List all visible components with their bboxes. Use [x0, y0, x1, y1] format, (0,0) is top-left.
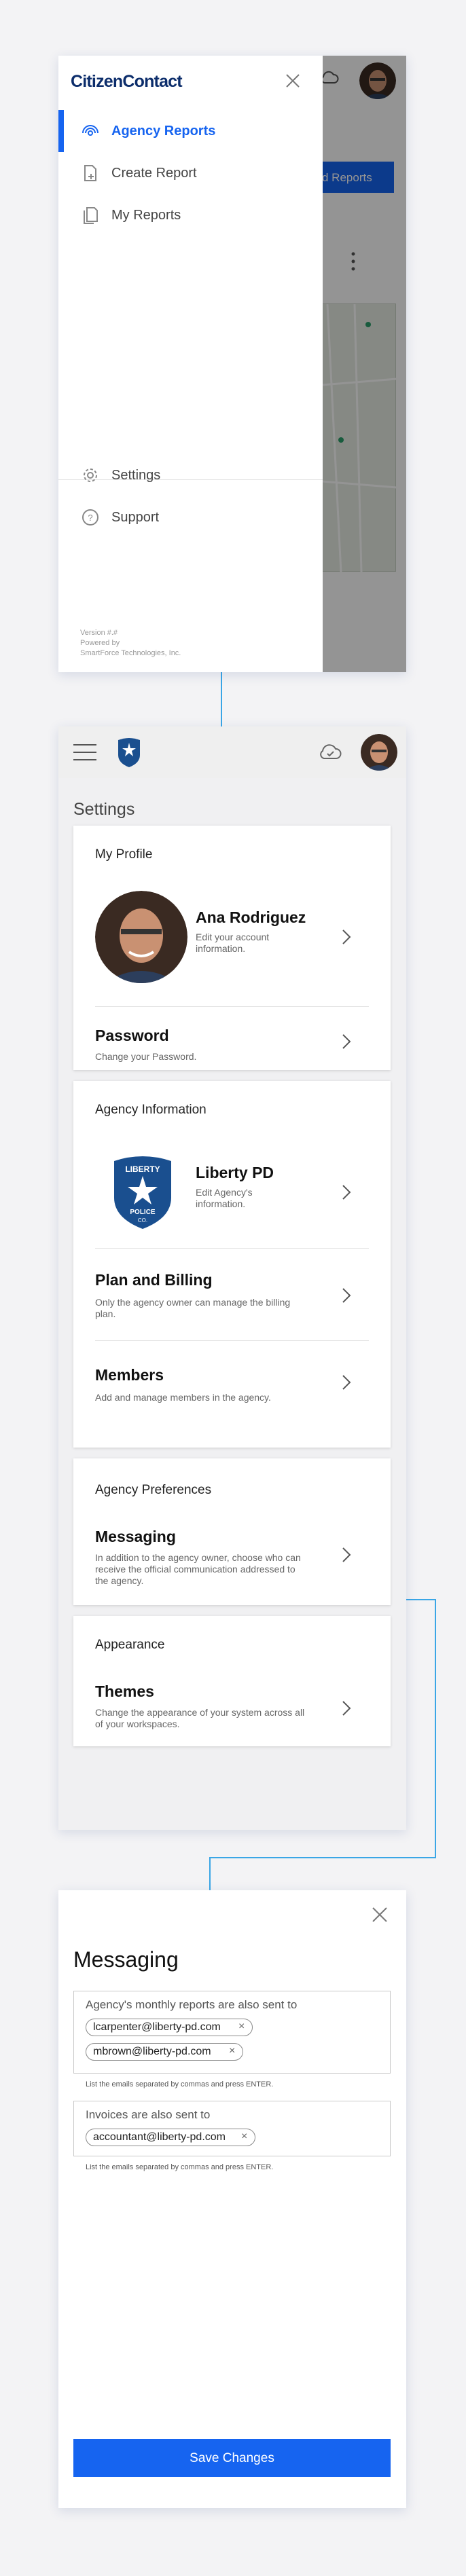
drawer: CitizenContact Agency Reports Create Rep…: [58, 56, 323, 672]
email-chip[interactable]: mbrown@liberty-pd.com ×: [86, 2043, 243, 2061]
chevron-right-icon: [342, 1034, 351, 1049]
profile-avatar: [95, 891, 187, 983]
company-text: SmartForce Technologies, Inc.: [80, 649, 181, 657]
profile-card: My Profile Ana Rodriguez Edit your accou…: [73, 826, 391, 1070]
top-bar: [58, 726, 406, 778]
close-icon[interactable]: [284, 72, 302, 90]
agency-badge-icon[interactable]: [115, 736, 143, 769]
agency-card: Agency Information LIBERTY POLICE CO. Li…: [73, 1081, 391, 1448]
agency-reports-icon: [82, 125, 98, 136]
field-hint: List the emails separated by commas and …: [86, 2080, 274, 2089]
appearance-card: Appearance Themes Change the appearance …: [73, 1616, 391, 1746]
billing-row[interactable]: Plan and Billing Only the agency owner c…: [73, 1248, 391, 1340]
preferences-card: Agency Preferences Messaging In addition…: [73, 1458, 391, 1605]
messaging-title: Messaging: [95, 1528, 176, 1545]
settings-screen: Settings My Profile Ana Rodriguez Edit y…: [58, 726, 406, 1830]
field-label: Invoices are also sent to: [86, 2108, 211, 2121]
nav-item-my-reports[interactable]: My Reports: [58, 194, 323, 236]
chevron-right-icon: [342, 1701, 351, 1716]
card-heading: Agency Information: [95, 1103, 207, 1117]
agency-row[interactable]: LIBERTY POLICE CO. Liberty PD Edit Agenc…: [73, 1135, 391, 1248]
billing-title: Plan and Billing: [95, 1271, 213, 1289]
members-title: Members: [95, 1366, 164, 1384]
page-title: Settings: [73, 800, 135, 819]
avatar[interactable]: [361, 734, 397, 771]
nav-item-create-report[interactable]: Create Report: [58, 152, 323, 194]
chevron-right-icon: [342, 930, 351, 944]
nav-label: Agency Reports: [111, 124, 216, 139]
password-sub: Change your Password.: [95, 1051, 197, 1062]
members-sub: Add and manage members in the agency.: [95, 1392, 271, 1403]
close-icon[interactable]: [370, 1905, 389, 1924]
connector-line: [435, 1599, 436, 1858]
svg-text:?: ?: [88, 513, 92, 523]
my-reports-icon: [84, 207, 98, 224]
members-row[interactable]: Members Add and manage members in the ag…: [73, 1340, 391, 1448]
chevron-right-icon: [342, 1288, 351, 1303]
chevron-right-icon: [342, 1185, 351, 1200]
password-title: Password: [95, 1027, 169, 1044]
connector-line: [209, 1857, 436, 1858]
agency-name: Liberty PD: [196, 1164, 274, 1181]
themes-sub: Change the appearance of your system acr…: [95, 1707, 305, 1729]
nav-item-settings[interactable]: Settings: [58, 454, 323, 496]
card-heading: Agency Preferences: [95, 1483, 212, 1497]
agency-sub: Edit Agency's information.: [196, 1187, 253, 1209]
profile-row[interactable]: Ana Rodriguez Edit your account informat…: [73, 880, 391, 993]
chip-text: accountant@liberty-pd.com: [93, 2131, 226, 2143]
navigation-drawer-screen: d Reports CitizenContact Agency Reports …: [58, 56, 406, 672]
nav-label: Support: [111, 510, 160, 525]
menu-icon[interactable]: [73, 744, 96, 760]
cloud-sync-icon[interactable]: [318, 740, 342, 765]
badge-bot-text: CO.: [138, 1217, 147, 1223]
badge-mid-text: POLICE: [130, 1209, 156, 1216]
reports-email-field[interactable]: Agency's monthly reports are also sent t…: [73, 1991, 391, 2074]
nav-label: Settings: [111, 468, 161, 483]
password-row[interactable]: Password Change your Password.: [73, 1006, 391, 1070]
profile-name: Ana Rodriguez: [196, 908, 306, 926]
chip-text: lcarpenter@liberty-pd.com: [93, 2021, 221, 2033]
card-heading: My Profile: [95, 847, 153, 862]
create-report-icon: [84, 165, 96, 181]
gear-icon: [84, 468, 97, 482]
card-heading: Appearance: [95, 1638, 165, 1652]
chevron-right-icon: [342, 1547, 351, 1562]
field-hint: List the emails separated by commas and …: [86, 2163, 274, 2171]
remove-chip-icon[interactable]: ×: [229, 2045, 235, 2057]
page-title: Messaging: [73, 1947, 179, 1972]
messaging-sub: In addition to the agency owner, choose …: [95, 1552, 301, 1586]
themes-title: Themes: [95, 1682, 154, 1700]
app-logo: CitizenContact: [71, 72, 183, 91]
badge-top-text: LIBERTY: [125, 1164, 160, 1174]
version-text: Version #.#: [80, 629, 118, 637]
version-info: Version #.# Powered by SmartForce Techno…: [80, 628, 181, 659]
save-changes-button[interactable]: Save Changes: [73, 2439, 391, 2477]
nav-item-agency-reports[interactable]: Agency Reports: [58, 110, 323, 152]
remove-chip-icon[interactable]: ×: [238, 2021, 245, 2033]
billing-sub: Only the agency owner can manage the bil…: [95, 1297, 291, 1319]
email-chip[interactable]: accountant@liberty-pd.com ×: [86, 2129, 255, 2146]
messaging-row[interactable]: Messaging In addition to the agency owne…: [73, 1513, 391, 1605]
profile-sub: Edit your account information.: [196, 932, 270, 954]
chip-text: mbrown@liberty-pd.com: [93, 2046, 211, 2057]
nav-label: My Reports: [111, 208, 181, 223]
remove-chip-icon[interactable]: ×: [241, 2131, 247, 2143]
chevron-right-icon: [342, 1375, 351, 1390]
connector-line: [209, 1857, 211, 1891]
email-chip[interactable]: lcarpenter@liberty-pd.com ×: [86, 2019, 253, 2036]
powered-by-text: Powered by: [80, 639, 120, 647]
invoices-email-field[interactable]: Invoices are also sent to accountant@lib…: [73, 2101, 391, 2156]
agency-badge: LIBERTY POLICE CO.: [114, 1156, 171, 1229]
nav-label: Create Report: [111, 166, 197, 181]
help-icon: ?: [82, 509, 98, 526]
themes-row[interactable]: Themes Change the appearance of your sys…: [73, 1670, 391, 1746]
field-label: Agency's monthly reports are also sent t…: [86, 1998, 298, 2011]
nav-item-support[interactable]: ? Support: [58, 496, 323, 538]
active-indicator: [58, 110, 64, 152]
messaging-screen: Messaging Agency's monthly reports are a…: [58, 1890, 406, 2508]
